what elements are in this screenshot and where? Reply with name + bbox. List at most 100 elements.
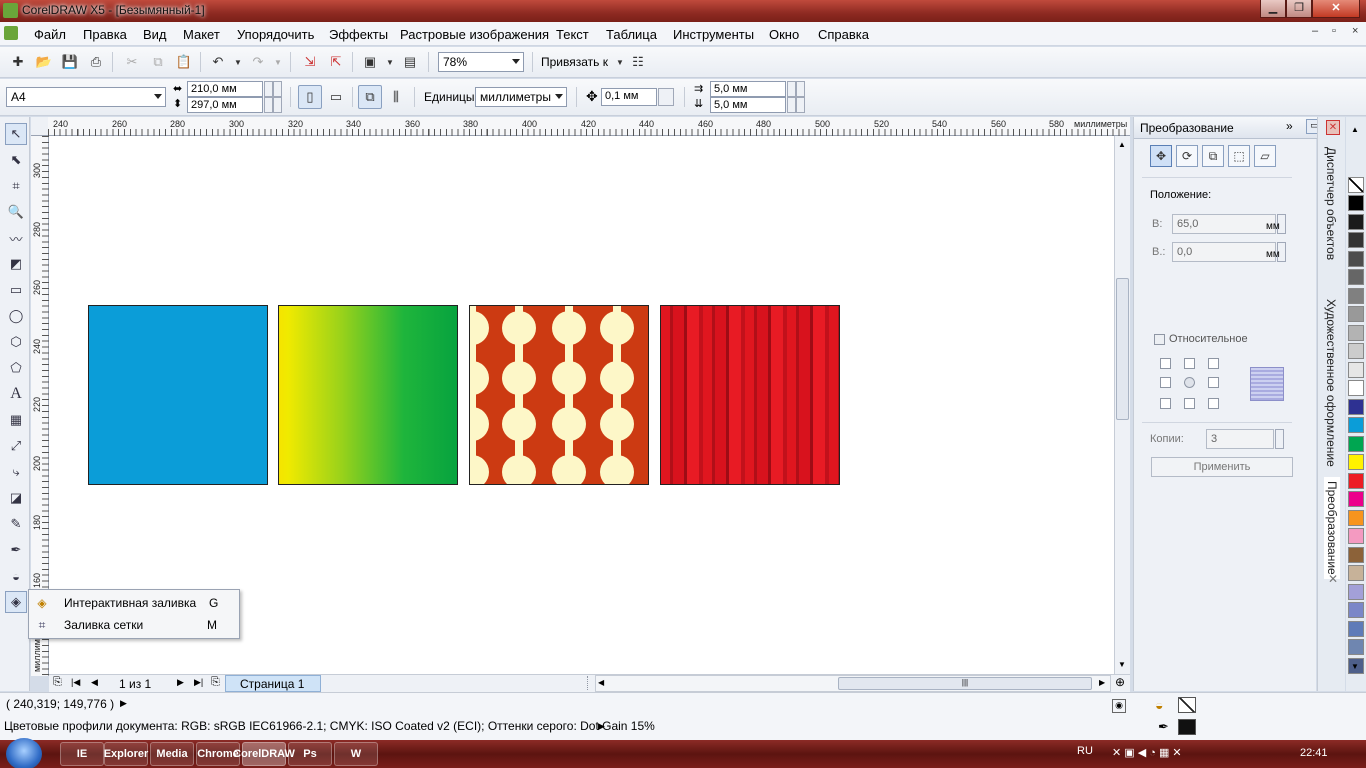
minimize-button[interactable]: ▁ (1260, 0, 1286, 18)
palette-swatch[interactable] (1348, 213, 1364, 230)
first-page-icon[interactable]: |◀ (71, 677, 80, 688)
docker-close-button[interactable]: ✕ (1326, 120, 1340, 135)
width-spinner[interactable] (264, 81, 273, 97)
palette-swatch[interactable] (1348, 343, 1364, 359)
fill-tool-icon[interactable]: ◒ (5, 565, 27, 587)
clock[interactable]: 22:41 (1300, 747, 1328, 759)
palette-swatch[interactable] (1348, 602, 1364, 618)
palette-swatch[interactable] (1348, 565, 1364, 581)
palette-swatch[interactable] (1348, 287, 1364, 304)
copies-spinner[interactable] (1275, 429, 1284, 449)
ellipse-tool-icon[interactable]: ◯ (5, 305, 27, 327)
dup-y-spinner-2[interactable] (796, 97, 805, 113)
scroll-right-icon[interactable]: ▶ (1099, 678, 1105, 687)
h-position-field[interactable]: 65,0 (1172, 214, 1276, 234)
anchor-bottom-left[interactable] (1160, 398, 1171, 409)
ruler-origin[interactable] (31, 117, 49, 136)
dimension-tool-icon[interactable]: ⤢ (5, 435, 27, 457)
copy-icon[interactable]: ⧉ (148, 52, 168, 72)
landscape-orientation-button[interactable]: ▭ (326, 87, 346, 107)
height-spinner[interactable] (264, 97, 273, 113)
taskbar-ie-icon[interactable]: IE (60, 742, 104, 766)
smart-fill-tool-icon[interactable]: ◩ (5, 253, 27, 275)
taskbar-media-icon[interactable]: Media (150, 742, 194, 766)
save-icon[interactable]: 💾 (60, 52, 80, 72)
menu-arrange[interactable]: Упорядочить (237, 27, 314, 42)
crop-tool-icon[interactable]: ⌗ (5, 175, 27, 197)
palette-swatch[interactable] (1348, 435, 1364, 452)
menu-bitmaps[interactable]: Растровые изображения (400, 27, 549, 42)
print-icon[interactable]: ⎙ (86, 52, 106, 72)
duplicate-x-field[interactable]: 5,0 мм (710, 81, 786, 97)
horizontal-ruler[interactable]: 240 260 280 300 320 340 360 380 400 420 … (48, 117, 1130, 136)
palette-scroll-down-icon[interactable]: ▼ (1351, 662, 1359, 671)
page-height-field[interactable]: 297,0 мм (187, 97, 263, 113)
palette-swatch[interactable] (1348, 509, 1364, 526)
relative-checkbox[interactable] (1154, 334, 1165, 345)
palette-swatch[interactable] (1348, 546, 1364, 563)
outline-pen-tool-icon[interactable]: ✒ (5, 539, 27, 561)
snap-to-button[interactable]: Привязать к (541, 55, 608, 69)
docker-expand-icon[interactable]: » (1286, 119, 1293, 133)
new-document-icon[interactable]: ✚ (8, 52, 28, 72)
units-select[interactable]: миллиметры (475, 87, 567, 107)
doc-minimize-button[interactable]: – (1312, 25, 1318, 37)
tab-artistic-media[interactable]: Художественное оформление (1324, 299, 1338, 467)
curtain-texture-square[interactable] (660, 305, 840, 485)
copies-field[interactable]: 3 (1206, 429, 1274, 449)
menu-view[interactable]: Вид (143, 27, 167, 42)
palette-swatch[interactable] (1348, 398, 1364, 415)
palette-swatch[interactable] (1348, 639, 1364, 655)
menu-help[interactable]: Справка (818, 27, 869, 42)
blend-tool-icon[interactable]: ◪ (5, 487, 27, 509)
v-position-field[interactable]: 0,0 (1172, 242, 1276, 262)
tab-object-manager[interactable]: Диспетчер объектов (1324, 147, 1338, 260)
text-tool-icon[interactable]: A (5, 383, 27, 405)
horizontal-scrollbar[interactable]: ◀ ||| ▶ (595, 675, 1111, 692)
export-icon[interactable]: ⇱ (326, 52, 346, 72)
palette-swatch[interactable] (1348, 380, 1364, 396)
redo-dropdown-icon[interactable]: ▼ (268, 52, 288, 72)
anchor-center[interactable] (1184, 377, 1195, 388)
palette-swatch[interactable] (1348, 306, 1364, 322)
palette-swatch[interactable] (1348, 472, 1364, 489)
vertical-scrollbar[interactable]: ▲ ▼ (1114, 136, 1130, 674)
cut-icon[interactable]: ✂ (122, 52, 142, 72)
splitter[interactable] (587, 676, 595, 690)
palette-swatch[interactable] (1348, 417, 1364, 433)
menu-edit[interactable]: Правка (83, 27, 127, 42)
prev-page-icon[interactable]: ◀ (91, 677, 98, 688)
anchor-top-left[interactable] (1160, 358, 1171, 369)
add-page-before-icon[interactable]: ⎘ (53, 676, 62, 689)
interactive-fill-item[interactable]: Интерактивная заливка (64, 596, 196, 610)
table-tool-icon[interactable]: ▦ (5, 409, 27, 431)
language-indicator[interactable]: RU (1077, 745, 1093, 757)
horizontal-scroll-thumb[interactable]: ||| (838, 677, 1092, 690)
doc-close-button[interactable]: × (1352, 25, 1358, 37)
palette-swatch[interactable] (1348, 454, 1364, 470)
zoom-tool-icon[interactable]: 🔍 (5, 201, 27, 223)
options-icon[interactable]: ☷ (628, 52, 648, 72)
undo-dropdown-icon[interactable]: ▼ (228, 52, 248, 72)
vertical-scroll-thumb[interactable] (1116, 278, 1129, 420)
anchor-top-center[interactable] (1184, 358, 1195, 369)
blue-square[interactable] (88, 305, 268, 485)
scroll-up-icon[interactable]: ▲ (1118, 140, 1126, 149)
current-page-button[interactable]: ⫼ (386, 87, 406, 107)
paste-icon[interactable]: 📋 (174, 52, 194, 72)
palette-swatch[interactable] (1348, 528, 1364, 544)
anchor-middle-left[interactable] (1160, 377, 1171, 388)
menu-file[interactable]: Файл (34, 27, 66, 42)
scroll-left-icon[interactable]: ◀ (598, 678, 604, 687)
start-button[interactable] (6, 738, 42, 768)
apply-button[interactable]: Применить (1151, 457, 1293, 477)
palette-scroll-up-icon[interactable]: ▲ (1351, 125, 1359, 134)
add-page-after-icon[interactable]: ⎘ (211, 676, 220, 689)
tray-icons[interactable]: ✕ ▣ ◀ ◔ ▦ ✕ (1112, 746, 1182, 759)
pick-tool-icon[interactable]: ↖ (5, 123, 27, 145)
anchor-top-right[interactable] (1208, 358, 1219, 369)
rotate-mode-button[interactable]: ⟳ (1176, 145, 1198, 167)
palette-swatch[interactable] (1348, 195, 1364, 211)
last-page-icon[interactable]: ▶| (194, 677, 203, 688)
menu-window[interactable]: Окно (769, 27, 799, 42)
